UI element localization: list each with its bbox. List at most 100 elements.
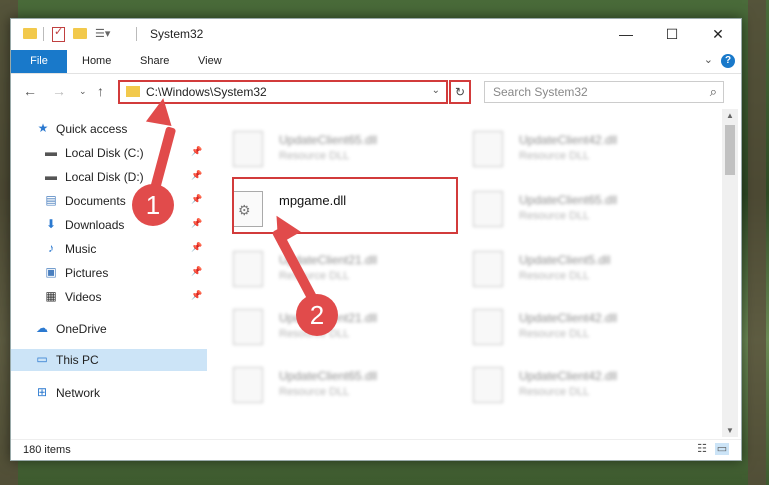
sidebar-item-quick-access[interactable]: ★ Quick access <box>11 118 207 140</box>
scroll-down-icon[interactable]: ▼ <box>726 426 734 435</box>
file-type: Resource DLL <box>519 328 590 340</box>
drive-icon: ▬ <box>45 169 57 183</box>
videos-icon: ▦ <box>45 289 57 303</box>
pin-icon: 📌 <box>191 290 203 300</box>
file-type: Resource DLL <box>519 386 590 398</box>
dll-file-icon <box>233 131 263 167</box>
list-item[interactable]: UpdateClient65.dll Resource DLL <box>207 123 427 173</box>
sidebar-item-label: Music <box>65 242 97 256</box>
download-icon: ⬇ <box>45 217 57 231</box>
file-type: Resource DLL <box>519 150 590 162</box>
pin-icon: 📌 <box>191 266 203 276</box>
dll-file-icon <box>473 367 503 403</box>
maximize-button[interactable]: ☐ <box>649 19 695 49</box>
sidebar-item-this-pc[interactable]: ▭ This PC <box>11 349 207 371</box>
window-title: System32 <box>150 27 204 41</box>
sidebar-item-music[interactable]: ♪ Music 📌 <box>11 238 207 260</box>
large-icons-view-icon[interactable]: ▭ <box>715 443 729 455</box>
tab-home[interactable]: Home <box>82 50 111 73</box>
dll-file-icon <box>473 309 503 345</box>
close-button[interactable]: ✕ <box>695 19 741 49</box>
mpgame-highlight-box <box>232 177 458 234</box>
sidebar-item-label: Downloads <box>65 218 125 232</box>
file-type: Resource DLL <box>279 270 350 282</box>
status-bar: 180 items ☷ ▭ <box>11 439 741 461</box>
title-bar: ☰▾ System32 — ☐ ✕ <box>11 19 741 49</box>
title-separator <box>136 27 137 41</box>
properties-icon[interactable] <box>52 25 65 42</box>
sidebar-item-local-disk-d[interactable]: ▬ Local Disk (D:) 📌 <box>11 166 207 188</box>
sidebar-item-label: Local Disk (D:) <box>65 170 144 184</box>
details-view-icon[interactable]: ☷ <box>695 443 709 455</box>
dll-file-icon <box>233 367 263 403</box>
dll-file-icon <box>473 131 503 167</box>
tab-view[interactable]: View <box>198 50 222 73</box>
tab-file[interactable]: File <box>11 50 67 73</box>
customize-toolbar-icon[interactable]: ☰▾ <box>95 27 110 43</box>
search-icon[interactable]: ⌕ <box>710 84 717 100</box>
pin-icon: 📌 <box>191 146 203 156</box>
folder-icon <box>23 28 37 39</box>
pin-icon: 📌 <box>191 170 203 180</box>
file-name: UpdateClient42.dll <box>519 133 618 147</box>
sidebar-item-videos[interactable]: ▦ Videos 📌 <box>11 286 207 308</box>
file-type: Resource DLL <box>279 386 350 398</box>
sidebar-item-label: Network <box>56 386 101 400</box>
search-box[interactable]: Search System32 ⌕ <box>484 81 724 103</box>
list-item[interactable]: UpdateClient65.dll Resource DLL <box>447 183 667 233</box>
file-name: UpdateClient42.dll <box>519 369 618 383</box>
refresh-button[interactable]: ↻ <box>449 80 471 104</box>
list-item[interactable]: UpdateClient65.dll Resource DLL <box>207 359 427 409</box>
tab-share[interactable]: Share <box>140 50 169 73</box>
music-icon: ♪ <box>48 241 54 255</box>
list-item[interactable]: UpdateClient42.dll Resource DLL <box>447 123 667 173</box>
dll-file-icon <box>233 309 263 345</box>
navigation-pane: ★ Quick access ▬ Local Disk (C:) 📌 ▬ Loc… <box>11 109 207 437</box>
chevron-down-icon[interactable]: ⌄ <box>432 85 440 96</box>
forward-arrow-icon[interactable]: → <box>52 83 66 99</box>
file-name: UpdateClient42.dll <box>519 311 618 325</box>
file-name: UpdateClient65.dll <box>519 193 618 207</box>
network-icon: ⊞ <box>36 385 48 399</box>
help-icon[interactable]: ? <box>721 54 735 68</box>
scroll-thumb[interactable] <box>725 125 735 175</box>
list-item[interactable]: UpdateClient5.dll Resource DLL <box>447 243 667 293</box>
new-folder-icon[interactable] <box>73 28 87 39</box>
sidebar-item-label: This PC <box>56 353 99 367</box>
address-path: C:\Windows\System32 <box>146 85 267 99</box>
pin-icon: 📌 <box>191 218 203 228</box>
sidebar-item-label: OneDrive <box>56 322 107 336</box>
search-placeholder: Search System32 <box>493 85 588 99</box>
scroll-up-icon[interactable]: ▲ <box>726 111 734 120</box>
recent-locations-icon[interactable]: ⌄ <box>79 86 87 97</box>
file-list: UpdateClient65.dll Resource DLL UpdateCl… <box>207 109 721 439</box>
minimize-button[interactable]: — <box>603 19 649 49</box>
sidebar-item-pictures[interactable]: ▣ Pictures 📌 <box>11 262 207 284</box>
list-item[interactable]: UpdateClient42.dll Resource DLL <box>447 301 667 351</box>
dll-file-icon <box>473 191 503 227</box>
sidebar-item-downloads[interactable]: ⬇ Downloads 📌 <box>11 214 207 236</box>
file-name: UpdateClient5.dll <box>519 253 611 267</box>
item-count: 180 items <box>23 444 71 456</box>
up-arrow-icon[interactable]: ↑ <box>97 83 104 99</box>
chevron-down-icon[interactable]: ⌄ <box>704 53 713 66</box>
drive-icon: ▬ <box>45 145 57 159</box>
file-name: UpdateClient65.dll <box>279 133 378 147</box>
file-type: Resource DLL <box>519 270 590 282</box>
callout-badge-2: 2 <box>296 294 338 336</box>
back-arrow-icon[interactable]: ← <box>23 83 37 99</box>
vertical-scrollbar[interactable]: ▲ ▼ <box>722 109 738 437</box>
background-tree <box>748 0 766 485</box>
list-item[interactable]: UpdateClient42.dll Resource DLL <box>447 359 667 409</box>
list-item[interactable]: UpdateClient21.dll Resource DLL <box>207 243 427 293</box>
sidebar-item-network[interactable]: ⊞ Network <box>11 382 207 404</box>
sidebar-item-onedrive[interactable]: ☁ OneDrive <box>11 318 207 340</box>
sidebar-item-label: Quick access <box>56 122 128 136</box>
cloud-icon: ☁ <box>36 321 48 335</box>
sidebar-item-local-disk-c[interactable]: ▬ Local Disk (C:) 📌 <box>11 142 207 164</box>
sidebar-item-documents[interactable]: ▤ Documents 📌 <box>11 190 207 212</box>
sidebar-item-label: Pictures <box>65 266 109 280</box>
dll-file-icon <box>473 251 503 287</box>
callout-arrowhead-1 <box>145 95 177 127</box>
explorer-window: ☰▾ System32 — ☐ ✕ File Home Share View ⌄… <box>10 18 742 461</box>
